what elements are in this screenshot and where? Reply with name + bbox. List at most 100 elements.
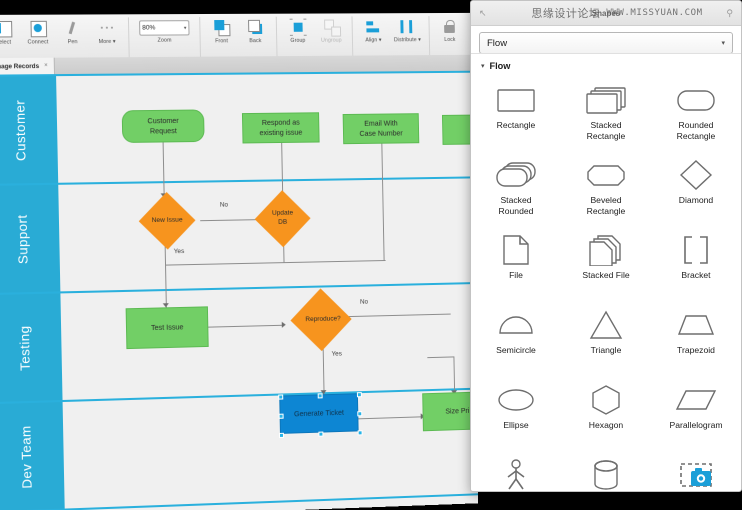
ellipse-shape [496, 383, 536, 417]
zoom-control[interactable]: 80% ▾ Zoom [139, 17, 190, 44]
node-label: Test Issue [150, 322, 184, 333]
node-email-case-number[interactable]: Email With Case Number [342, 113, 420, 145]
pointer-icon[interactable]: ↖ [479, 8, 487, 19]
rectangle-shape [496, 83, 536, 117]
swimlane-header-customer[interactable]: Customer [0, 76, 59, 184]
swimlane-body-testing[interactable] [60, 283, 478, 400]
group-button[interactable]: Group [281, 17, 315, 44]
node-test-issue[interactable]: Test Issue [125, 306, 209, 350]
swimlane-label: Customer [12, 99, 29, 161]
rounded-rectangle-shape [676, 83, 716, 117]
stacked-rectangle-shape [585, 83, 627, 117]
shape-item-diamond[interactable]: Diamond [651, 150, 741, 225]
search-icon[interactable]: ⚲ [726, 8, 733, 19]
shape-item-stacked-rectangle[interactable]: Stacked Rectangle [561, 75, 651, 150]
shape-library-select[interactable]: Flow ▾ [479, 32, 733, 54]
shape-item-parallelogram[interactable]: Parallelogram [651, 375, 741, 450]
node-label: Generate Ticket [293, 407, 345, 419]
shape-label: Bracket [681, 270, 711, 280]
shape-item-database[interactable]: Database [561, 450, 651, 491]
stacked-rounded-shape [495, 158, 537, 192]
beveled-rectangle-shape [586, 158, 626, 192]
ungroup-button[interactable]: Ungroup [314, 16, 348, 44]
shape-item-actor[interactable]: Actor [471, 450, 561, 491]
node-reproduce[interactable]: Reproduce? [283, 288, 363, 352]
send-back-button[interactable]: Back [238, 17, 272, 44]
triangle-shape [589, 308, 623, 342]
diagram-application-window: Select Connect Pen More ▾ 80% ▾ Zoom Fro… [0, 0, 478, 510]
more-icon [98, 19, 116, 36]
resize-handle[interactable] [357, 411, 363, 417]
resize-handle[interactable] [318, 431, 324, 437]
diagram-canvas[interactable]: Customer Support Testing Dev Team No Yes… [0, 70, 478, 510]
shape-label: Hexagon [588, 420, 624, 430]
node-new-issue[interactable]: New Issue [133, 192, 200, 250]
node-update-db[interactable]: Update DB [252, 190, 314, 248]
tab-manage-records[interactable]: Manage Records × [0, 57, 56, 75]
shape-item-stacked-rounded[interactable]: Stacked Rounded [471, 150, 561, 225]
shape-item-semicircle[interactable]: Semicircle [471, 300, 561, 375]
connect-tool-button[interactable]: Connect [20, 18, 55, 46]
node-respond-existing-issue[interactable]: Respond as existing issue [241, 112, 320, 144]
bring-front-label: Front [215, 38, 229, 45]
shape-item-rounded-rectangle[interactable]: Rounded Rectangle [651, 75, 741, 150]
more-tools-button[interactable]: More ▾ [89, 17, 124, 45]
swimlane-header-testing[interactable]: Testing [0, 293, 63, 403]
connect-tool-label: Connect [27, 39, 49, 46]
shapes-panel-title: Shapes [591, 8, 621, 18]
toolbar-group-order: Front Back [200, 16, 278, 57]
shape-grid: Rectangle Stacked Rectangle Rounded Rect… [471, 75, 741, 491]
shape-item-snapshot[interactable]: Snapshot [651, 450, 741, 491]
zoom-select[interactable]: 80% ▾ [139, 20, 190, 36]
shape-item-stacked-file[interactable]: Stacked File [561, 225, 651, 300]
pen-tool-label: Pen [67, 39, 78, 46]
node-customer-request[interactable]: Customer Request [121, 109, 205, 143]
select-icon [0, 20, 12, 38]
shapes-panel[interactable]: ↖ Shapes ⚲ Flow ▾ ▾ Flow Rectangle Stack… [470, 0, 742, 492]
bring-front-button[interactable]: Front [204, 17, 238, 45]
swimlane-header-devteam[interactable]: Dev Team [0, 402, 65, 510]
connect-icon [29, 20, 47, 38]
distribute-button[interactable]: Distribute ▾ [390, 16, 425, 43]
resize-handle[interactable] [357, 430, 363, 436]
shape-item-rectangle[interactable]: Rectangle [471, 75, 561, 150]
edge-label-yes-2: Yes [331, 350, 342, 358]
select-tool-button[interactable]: Select [0, 18, 21, 46]
shape-label: Stacked File [582, 270, 630, 280]
shapes-panel-body[interactable]: ▾ Flow Rectangle Stacked Rectangle Round… [471, 53, 741, 491]
swimlane-label: Testing [16, 324, 33, 371]
toolbar-group-zoom: 80% ▾ Zoom [128, 17, 201, 58]
send-back-label: Back [249, 38, 262, 45]
edge-label-no-1: No [219, 201, 229, 209]
align-button[interactable]: Align ▾ [356, 16, 390, 43]
lock-button[interactable]: Lock [433, 16, 466, 43]
resize-handle[interactable] [278, 432, 285, 439]
shape-group-flow[interactable]: ▾ Flow [471, 54, 741, 75]
swimlane-body-devteam[interactable] [62, 389, 478, 509]
shape-item-trapezoid[interactable]: Trapezoid [651, 300, 741, 375]
actor-shape [503, 458, 529, 491]
shape-label: Semicircle [496, 345, 536, 355]
swimlane-header-support[interactable]: Support [0, 184, 61, 294]
resize-handle[interactable] [278, 394, 284, 400]
shape-label: Parallelogram [669, 420, 723, 430]
shape-item-ellipse[interactable]: Ellipse [471, 375, 561, 450]
pen-tool-button[interactable]: Pen [55, 18, 90, 46]
close-icon[interactable]: × [44, 63, 48, 69]
shape-label: Triangle [590, 345, 622, 355]
shape-item-file[interactable]: File [471, 225, 561, 300]
resize-handle[interactable] [317, 393, 323, 399]
resize-handle[interactable] [278, 413, 284, 419]
select-tool-label: Select [0, 39, 12, 46]
node-label: New Issue [151, 215, 183, 224]
shape-item-triangle[interactable]: Triangle [561, 300, 651, 375]
shape-item-bracket[interactable]: Bracket [651, 225, 741, 300]
shape-item-beveled-rectangle[interactable]: Beveled Rectangle [561, 150, 651, 225]
more-tools-label: More ▾ [98, 38, 116, 46]
node-generate-ticket[interactable]: Generate Ticket [278, 392, 363, 439]
tab-label: Manage Records [0, 62, 40, 70]
database-shape [592, 458, 620, 491]
node-label: Size Pri [445, 406, 470, 416]
shape-item-hexagon[interactable]: Hexagon [561, 375, 651, 450]
resize-handle[interactable] [356, 392, 362, 398]
